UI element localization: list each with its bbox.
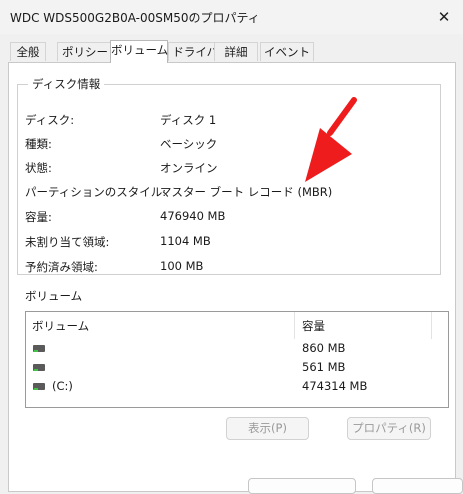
capacity-value: 476940 MB [160, 209, 226, 223]
disk-info-title: ディスク情報 [28, 76, 105, 92]
volume-capacity: 860 MB [302, 341, 346, 355]
ok-button[interactable] [248, 478, 356, 494]
drive-icon [33, 364, 45, 371]
tab-volumes[interactable]: ボリューム [110, 40, 168, 63]
tab-events[interactable]: イベント [260, 42, 314, 61]
capacity-label: 容量: [25, 210, 52, 224]
close-icon[interactable]: ✕ [429, 4, 459, 30]
drive-icon [33, 383, 45, 390]
reserved-value: 100 MB [160, 259, 204, 273]
title-bar: WDC WDS500G2B0A-00SM50のプロパティ ✕ [0, 0, 463, 34]
properties-button[interactable]: プロパティ(R) [347, 417, 431, 440]
status-value: オンライン [160, 161, 218, 175]
column-divider[interactable] [431, 312, 432, 339]
tab-policy[interactable]: ポリシー [57, 42, 113, 61]
show-button[interactable]: 表示(P) [226, 417, 309, 440]
partition-style-label: パーティションのスタイル: [25, 185, 167, 199]
drive-icon [33, 345, 45, 352]
column-header-capacity[interactable]: 容量 [302, 318, 325, 334]
volume-name: (C:) [52, 379, 73, 393]
list-item[interactable]: 860 MB [26, 339, 444, 358]
type-label: 種類: [25, 137, 52, 151]
window-title: WDC WDS500G2B0A-00SM50のプロパティ [10, 11, 260, 25]
cancel-button[interactable] [372, 478, 463, 494]
disk-value: ディスク 1 [160, 113, 217, 127]
list-item[interactable]: (C:) 474314 MB [26, 377, 444, 396]
status-label: 状態: [25, 161, 52, 175]
column-header-volume[interactable]: ボリューム [32, 318, 89, 334]
type-value: ベーシック [160, 137, 218, 151]
volume-capacity: 561 MB [302, 360, 346, 374]
partition-style-value: マスター ブート レコード (MBR) [160, 185, 333, 199]
volume-list[interactable]: ボリューム 容量 860 MB 561 MB (C:) 474314 MB [25, 311, 449, 408]
disk-label: ディスク: [25, 113, 75, 127]
reserved-label: 予約済み領域: [25, 260, 98, 274]
list-item[interactable]: 561 MB [26, 358, 444, 377]
volume-capacity: 474314 MB [302, 379, 368, 393]
tab-general[interactable]: 全般 [10, 42, 46, 61]
properties-dialog: WDC WDS500G2B0A-00SM50のプロパティ ✕ 全般 ポリシー ボ… [0, 0, 463, 494]
unallocated-value: 1104 MB [160, 234, 211, 248]
unallocated-label: 未割り当て領域: [25, 235, 110, 249]
column-divider[interactable] [294, 312, 295, 339]
tab-details[interactable]: 詳細 [214, 42, 258, 61]
volumes-heading: ボリューム [25, 289, 83, 303]
